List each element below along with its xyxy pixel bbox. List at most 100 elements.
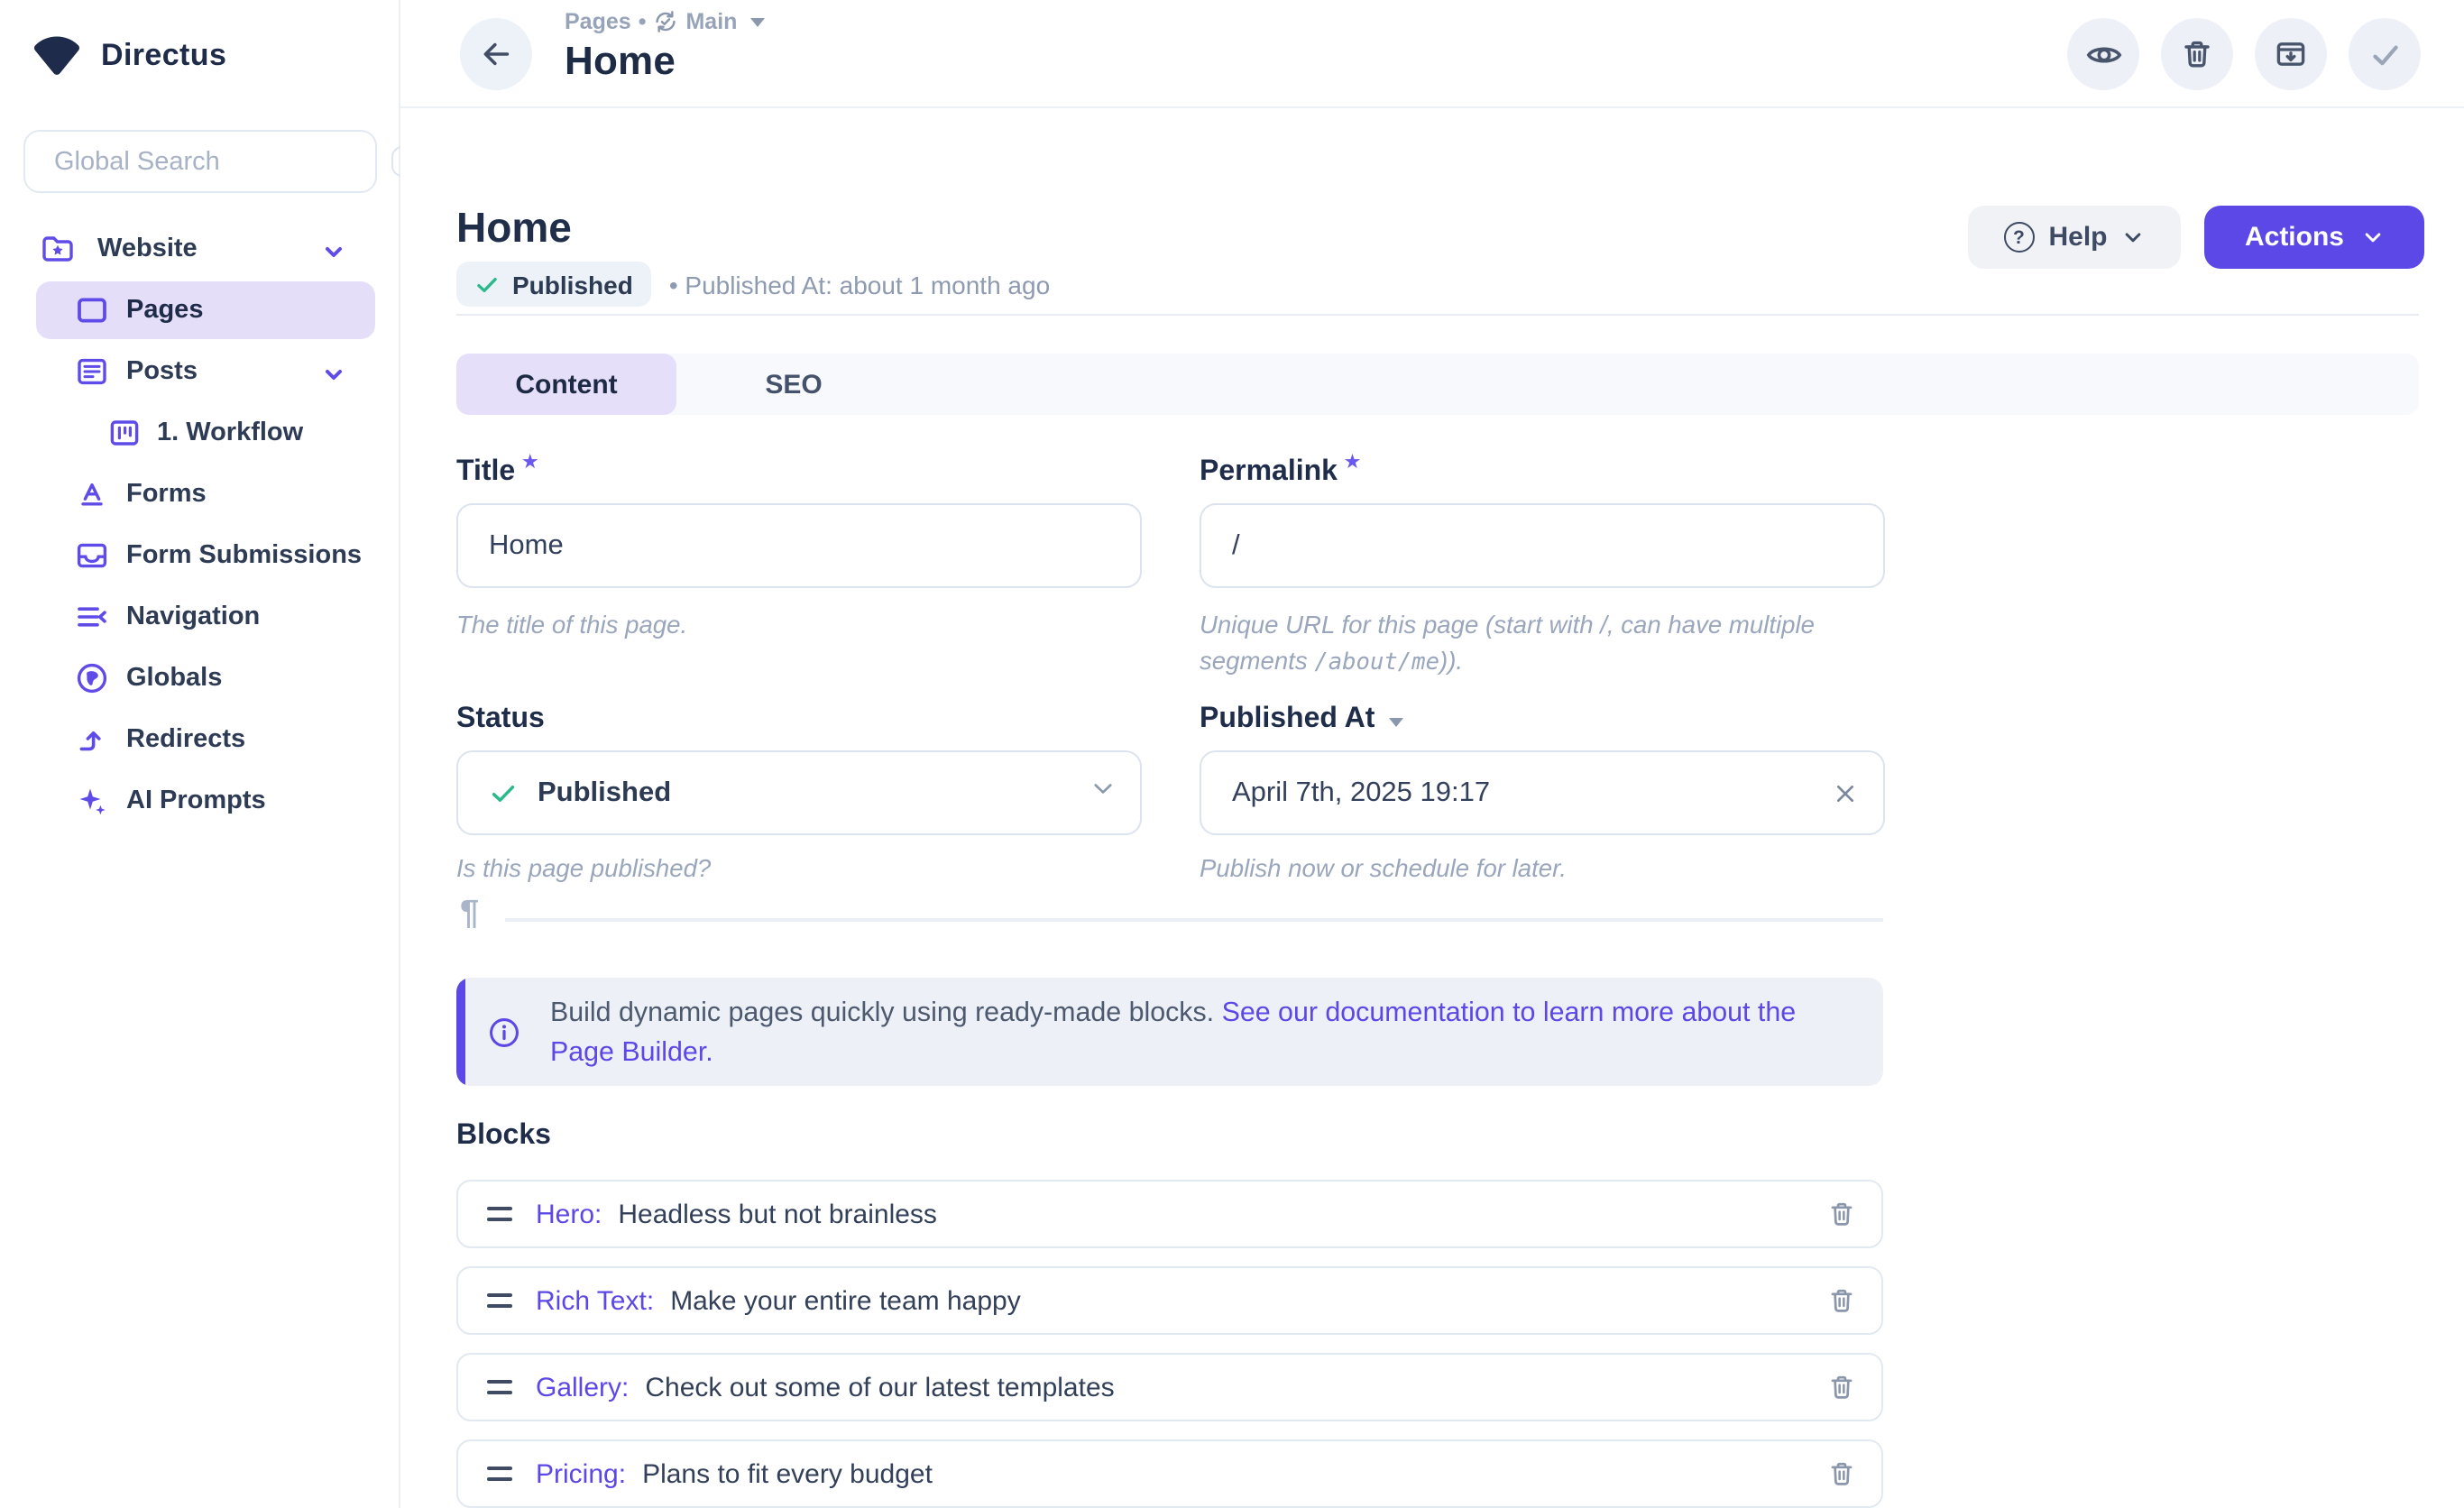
sparkles-icon xyxy=(74,783,110,819)
sidebar-nav: Website Pages Posts xyxy=(0,218,400,832)
sidebar-item-ai-prompts[interactable]: AI Prompts xyxy=(0,770,400,832)
back-button[interactable] xyxy=(460,18,532,90)
global-search[interactable]: ⌘K xyxy=(23,130,377,193)
tab-seo[interactable]: SEO xyxy=(676,354,911,415)
chevron-down-icon[interactable] xyxy=(1089,775,1117,811)
block-type[interactable]: Gallery: xyxy=(536,1372,629,1402)
permalink-input[interactable] xyxy=(1200,503,1885,588)
breadcrumb-separator: • xyxy=(639,9,647,34)
trash-icon[interactable] xyxy=(1825,1457,1858,1490)
trash-icon[interactable] xyxy=(1825,1198,1858,1230)
sidebar-item-label: Redirects xyxy=(126,725,245,754)
help-icon xyxy=(2003,222,2034,253)
breadcrumb[interactable]: Pages • Main xyxy=(565,9,764,34)
sidebar-item-label: Website xyxy=(97,234,198,263)
required-icon: ★ xyxy=(522,453,538,473)
block-row-hero[interactable]: Hero: Headless but not brainless xyxy=(456,1180,1883,1248)
archive-icon xyxy=(2273,36,2309,72)
block-type[interactable]: Pricing: xyxy=(536,1458,626,1489)
drag-handle-icon[interactable] xyxy=(487,1380,512,1395)
breadcrumb-collection[interactable]: Pages xyxy=(565,9,631,34)
page-header: Pages • Main Home xyxy=(400,0,2464,108)
content-area: Home Published • Published At: about 1 m… xyxy=(400,108,2464,1508)
divider xyxy=(456,314,2419,316)
sidebar-item-pages[interactable]: Pages xyxy=(0,280,400,341)
page-title: Home xyxy=(456,204,572,253)
sidebar-item-navigation[interactable]: Navigation xyxy=(0,586,400,648)
block-type[interactable]: Rich Text: xyxy=(536,1285,654,1316)
status-select[interactable]: Published xyxy=(456,750,1142,835)
block-type[interactable]: Hero: xyxy=(536,1199,602,1229)
block-title: Check out some of our latest templates xyxy=(645,1372,1114,1402)
actions-button[interactable]: Actions xyxy=(2204,206,2424,269)
status-badge: Published xyxy=(456,262,651,307)
menu-open-icon xyxy=(74,599,110,635)
sidebar-item-workflow[interactable]: 1. Workflow xyxy=(0,402,400,464)
caret-down-icon xyxy=(749,17,764,26)
sidebar-item-website[interactable]: Website xyxy=(0,218,400,280)
trash-icon[interactable] xyxy=(1825,1284,1858,1317)
drag-handle-icon[interactable] xyxy=(487,1207,512,1222)
sidebar-item-globals[interactable]: Globals xyxy=(0,648,400,709)
published-at-input[interactable] xyxy=(1200,750,1885,835)
drag-handle-icon[interactable] xyxy=(487,1293,512,1309)
trash-icon xyxy=(2179,36,2215,72)
archive-button[interactable] xyxy=(2255,18,2327,90)
tab-content[interactable]: Content xyxy=(456,354,676,415)
caret-down-icon[interactable] xyxy=(1389,718,1403,727)
pilcrow-icon[interactable]: ¶ xyxy=(460,895,479,934)
clear-icon[interactable] xyxy=(1831,778,1860,807)
sidebar-item-label: Form Submissions xyxy=(126,541,362,570)
permalink-field-label: Permalink★ xyxy=(1200,456,1360,489)
drag-handle-icon[interactable] xyxy=(487,1467,512,1482)
sidebar-item-posts[interactable]: Posts xyxy=(0,341,400,402)
breadcrumb-version[interactable]: Main xyxy=(685,9,737,34)
block-row-gallery[interactable]: Gallery: Check out some of our latest te… xyxy=(456,1353,1883,1421)
header-title: Home xyxy=(565,38,764,85)
published-at-input-field[interactable] xyxy=(1201,777,1831,809)
sidebar-item-label: Posts xyxy=(126,357,198,386)
sidebar-item-forms[interactable]: Forms xyxy=(0,464,400,525)
trash-icon[interactable] xyxy=(1825,1371,1858,1403)
block-row-rich-text[interactable]: Rich Text: Make your entire team happy xyxy=(456,1266,1883,1335)
preview-button[interactable] xyxy=(2067,18,2139,90)
help-button[interactable]: Help xyxy=(1968,206,2181,269)
title-input-field[interactable] xyxy=(458,529,1140,562)
directus-logo-icon xyxy=(32,36,81,76)
chevron-down-icon[interactable] xyxy=(323,240,345,272)
chevron-down-icon[interactable] xyxy=(323,363,345,395)
sidebar-item-label: Navigation xyxy=(126,602,260,631)
info-icon xyxy=(487,1016,521,1059)
banner-accent-bar xyxy=(456,978,464,1086)
sidebar-item-form-submissions[interactable]: Form Submissions xyxy=(0,525,400,586)
inbox-icon xyxy=(74,538,110,574)
check-icon xyxy=(489,778,518,807)
sidebar-item-redirects[interactable]: Redirects xyxy=(0,709,400,770)
folder-star-icon xyxy=(40,231,76,267)
chevron-down-icon xyxy=(2360,225,2384,249)
title-input[interactable] xyxy=(456,503,1142,588)
status-field-note: Is this page published? xyxy=(456,851,711,887)
search-input[interactable] xyxy=(25,147,391,176)
delete-button[interactable] xyxy=(2161,18,2233,90)
banner-text: Build dynamic pages quickly using ready-… xyxy=(550,994,1853,1073)
brand-logo[interactable]: Directus xyxy=(0,0,399,76)
published-at-field-note: Publish now or schedule for later. xyxy=(1200,851,1567,887)
divider xyxy=(505,918,1883,921)
sidebar-item-label: AI Prompts xyxy=(126,786,266,815)
header-actions xyxy=(2067,18,2421,90)
permalink-input-field[interactable] xyxy=(1201,529,1883,562)
published-at-field-label: Published At xyxy=(1200,703,1403,736)
status-row: Published • Published At: about 1 month … xyxy=(456,262,1050,307)
globe-icon xyxy=(74,660,110,696)
tab-bar: Content SEO xyxy=(456,354,2419,415)
blocks-field-label: Blocks xyxy=(456,1120,551,1153)
block-row-pricing[interactable]: Pricing: Plans to fit every budget xyxy=(456,1439,1883,1508)
check-icon xyxy=(474,271,500,297)
required-icon: ★ xyxy=(1345,453,1360,473)
sidebar-item-label: 1. Workflow xyxy=(157,418,303,447)
save-button[interactable] xyxy=(2349,18,2421,90)
sidebar: Directus ⌘K Website Pages xyxy=(0,0,400,1508)
title-field-label: Title★ xyxy=(456,456,538,489)
status-field-label: Status xyxy=(456,703,545,736)
